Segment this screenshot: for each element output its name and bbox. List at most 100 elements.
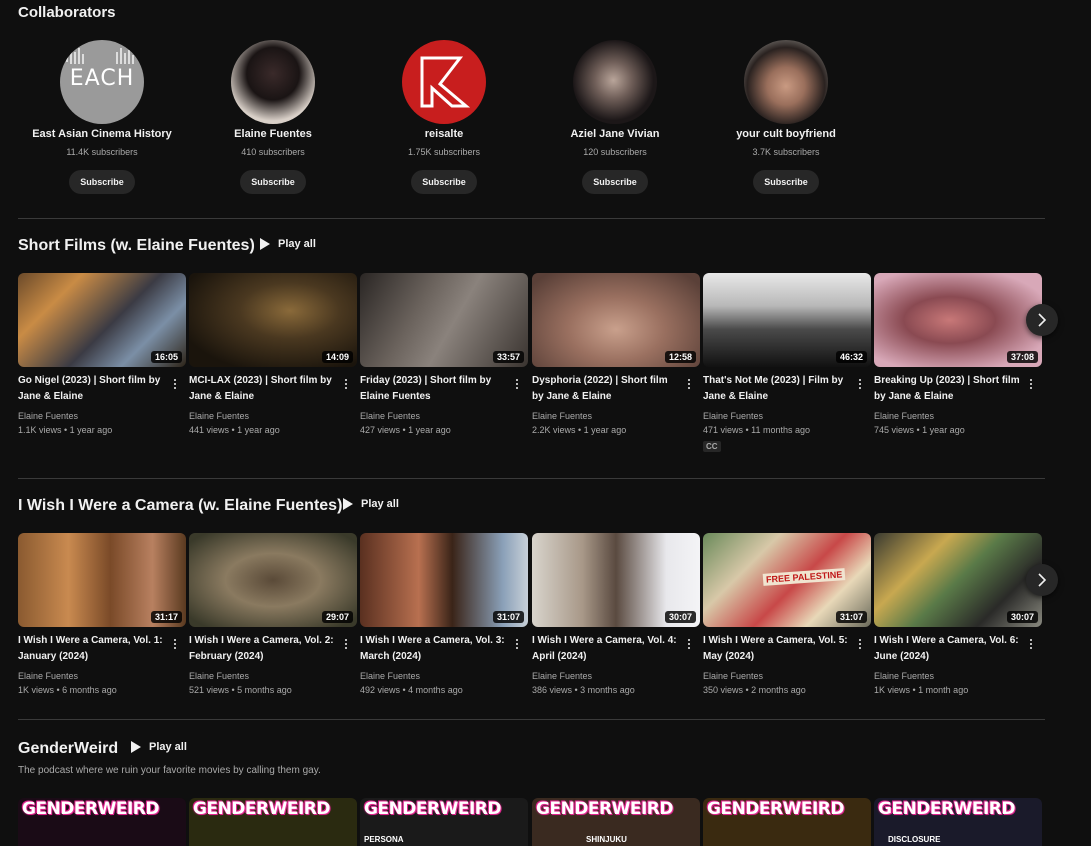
- channel-avatar[interactable]: EACH: [60, 40, 144, 124]
- podcast-thumbnail[interactable]: GENDERWEIRD: [189, 798, 357, 846]
- subscribe-button[interactable]: Subscribe: [69, 170, 135, 194]
- video-channel[interactable]: Elaine Fuentes: [703, 671, 871, 681]
- podcast-thumbnail[interactable]: GENDERWEIRD: [703, 798, 871, 846]
- video-card[interactable]: 33:57 Friday (2023) | Short film by Elai…: [360, 273, 528, 435]
- more-actions-icon[interactable]: [170, 377, 180, 391]
- video-title[interactable]: I Wish I Were a Camera, Vol. 5: May (202…: [703, 633, 851, 665]
- channel-name[interactable]: Aziel Jane Vivian: [529, 128, 701, 140]
- shelf-title[interactable]: Short Films (w. Elaine Fuentes): [18, 237, 255, 255]
- shelf-title[interactable]: GenderWeird: [18, 740, 118, 758]
- video-thumbnail[interactable]: 30:07: [874, 533, 1042, 627]
- reisalte-logo-icon: [420, 56, 471, 108]
- podcast-thumbnail[interactable]: GENDERWEIRD: [18, 798, 186, 846]
- channel-name[interactable]: East Asian Cinema History: [16, 128, 188, 140]
- video-card[interactable]: 14:09 MCI-LAX (2023) | Short film by Jan…: [189, 273, 357, 435]
- avatar-logo-text: EACH: [69, 66, 135, 91]
- more-actions-icon[interactable]: [512, 377, 522, 391]
- more-actions-icon[interactable]: [855, 377, 865, 391]
- video-meta: 2.2K views • 1 year ago: [532, 425, 627, 435]
- video-title[interactable]: I Wish I Were a Camera, Vol. 2: February…: [189, 633, 337, 665]
- video-thumbnail[interactable]: 16:05: [18, 273, 186, 367]
- video-thumbnail[interactable]: FREE PALESTINE 31:07: [703, 533, 871, 627]
- video-meta: 386 views • 3 months ago: [532, 685, 635, 695]
- video-thumbnail[interactable]: 46:32: [703, 273, 871, 367]
- video-title[interactable]: Dysphoria (2022) | Short film by Jane & …: [532, 373, 680, 405]
- video-card[interactable]: 37:08 Breaking Up (2023) | Short film by…: [874, 273, 1042, 435]
- video-channel[interactable]: Elaine Fuentes: [532, 411, 700, 421]
- podcast-thumbnail[interactable]: GENDERWEIRD SHINJUKU: [532, 798, 700, 846]
- video-channel[interactable]: Elaine Fuentes: [18, 671, 186, 681]
- video-meta: 745 views • 1 year ago: [874, 425, 965, 435]
- video-card[interactable]: 30:07 I Wish I Were a Camera, Vol. 4: Ap…: [532, 533, 700, 695]
- podcast-thumbnail[interactable]: GENDERWEIRD DISCLOSURE: [874, 798, 1042, 846]
- video-channel[interactable]: Elaine Fuentes: [532, 671, 700, 681]
- video-card[interactable]: FREE PALESTINE 31:07 I Wish I Were a Cam…: [703, 533, 871, 695]
- more-actions-icon[interactable]: [341, 637, 351, 651]
- play-all-button[interactable]: Play all: [131, 741, 187, 753]
- shelf-next-button[interactable]: [1026, 304, 1058, 336]
- video-title[interactable]: That's Not Me (2023) | Film by Jane & El…: [703, 373, 851, 405]
- video-thumbnail[interactable]: 31:07: [360, 533, 528, 627]
- video-thumbnail[interactable]: 12:58: [532, 273, 700, 367]
- genderweird-logo-text: GENDERWEIRD: [878, 799, 1016, 819]
- shelf-title[interactable]: I Wish I Were a Camera (w. Elaine Fuente…: [18, 497, 342, 515]
- video-title[interactable]: I Wish I Were a Camera, Vol. 1: January …: [18, 633, 166, 665]
- video-channel[interactable]: Elaine Fuentes: [18, 411, 186, 421]
- channel-avatar[interactable]: [231, 40, 315, 124]
- more-actions-icon[interactable]: [1026, 637, 1036, 651]
- video-title[interactable]: MCI-LAX (2023) | Short film by Jane & El…: [189, 373, 337, 405]
- video-channel[interactable]: Elaine Fuentes: [874, 411, 1042, 421]
- video-channel[interactable]: Elaine Fuentes: [874, 671, 1042, 681]
- channel-name[interactable]: Elaine Fuentes: [187, 128, 359, 140]
- video-channel[interactable]: Elaine Fuentes: [360, 671, 528, 681]
- video-channel[interactable]: Elaine Fuentes: [189, 671, 357, 681]
- channel-name[interactable]: your cult boyfriend: [700, 128, 872, 140]
- section-divider: [18, 218, 1045, 219]
- video-thumbnail[interactable]: 29:07: [189, 533, 357, 627]
- more-actions-icon[interactable]: [684, 377, 694, 391]
- more-actions-icon[interactable]: [1026, 377, 1036, 391]
- video-card[interactable]: 31:07 I Wish I Were a Camera, Vol. 3: Ma…: [360, 533, 528, 695]
- play-all-button[interactable]: Play all: [343, 498, 399, 510]
- video-channel[interactable]: Elaine Fuentes: [360, 411, 528, 421]
- video-title[interactable]: Friday (2023) | Short film by Elaine Fue…: [360, 373, 508, 405]
- subscribe-button[interactable]: Subscribe: [582, 170, 648, 194]
- video-card[interactable]: 31:17 I Wish I Were a Camera, Vol. 1: Ja…: [18, 533, 186, 695]
- video-channel[interactable]: Elaine Fuentes: [189, 411, 357, 421]
- video-card[interactable]: 46:32 That's Not Me (2023) | Film by Jan…: [703, 273, 871, 454]
- video-card[interactable]: 29:07 I Wish I Were a Camera, Vol. 2: Fe…: [189, 533, 357, 695]
- channel-avatar[interactable]: [744, 40, 828, 124]
- channel-name[interactable]: reisalte: [358, 128, 530, 140]
- more-actions-icon[interactable]: [512, 637, 522, 651]
- video-card[interactable]: 16:05 Go Nigel (2023) | Short film by Ja…: [18, 273, 186, 435]
- video-card[interactable]: 30:07 I Wish I Were a Camera, Vol. 6: Ju…: [874, 533, 1042, 695]
- video-thumbnail[interactable]: 30:07: [532, 533, 700, 627]
- more-actions-icon[interactable]: [684, 637, 694, 651]
- subscribe-button[interactable]: Subscribe: [411, 170, 477, 194]
- video-card[interactable]: 12:58 Dysphoria (2022) | Short film by J…: [532, 273, 700, 435]
- video-thumbnail[interactable]: 31:17: [18, 533, 186, 627]
- channel-avatar[interactable]: [573, 40, 657, 124]
- more-actions-icon[interactable]: [855, 637, 865, 651]
- video-thumbnail[interactable]: 37:08: [874, 273, 1042, 367]
- video-title[interactable]: Breaking Up (2023) | Short film by Jane …: [874, 373, 1022, 405]
- video-thumbnail[interactable]: 33:57: [360, 273, 528, 367]
- subscriber-count: 1.75K subscribers: [407, 147, 481, 157]
- video-channel[interactable]: Elaine Fuentes: [703, 411, 871, 421]
- more-actions-icon[interactable]: [341, 377, 351, 391]
- play-all-button[interactable]: Play all: [260, 238, 316, 250]
- shelf-next-button[interactable]: [1026, 564, 1058, 596]
- video-title[interactable]: Go Nigel (2023) | Short film by Jane & E…: [18, 373, 166, 405]
- video-title[interactable]: I Wish I Were a Camera, Vol. 4: April (2…: [532, 633, 680, 665]
- podcast-thumbnail[interactable]: GENDERWEIRD PERSONA: [360, 798, 528, 846]
- subscribe-button[interactable]: Subscribe: [240, 170, 306, 194]
- video-title[interactable]: I Wish I Were a Camera, Vol. 3: March (2…: [360, 633, 508, 665]
- channel-avatar[interactable]: [402, 40, 486, 124]
- video-meta: 1K views • 6 months ago: [18, 685, 117, 695]
- collaborators-heading: Collaborators: [18, 4, 116, 21]
- subscribe-button[interactable]: Subscribe: [753, 170, 819, 194]
- video-title[interactable]: I Wish I Were a Camera, Vol. 6: June (20…: [874, 633, 1022, 665]
- more-actions-icon[interactable]: [170, 637, 180, 651]
- video-thumbnail[interactable]: 14:09: [189, 273, 357, 367]
- chevron-right-icon: [1038, 313, 1047, 327]
